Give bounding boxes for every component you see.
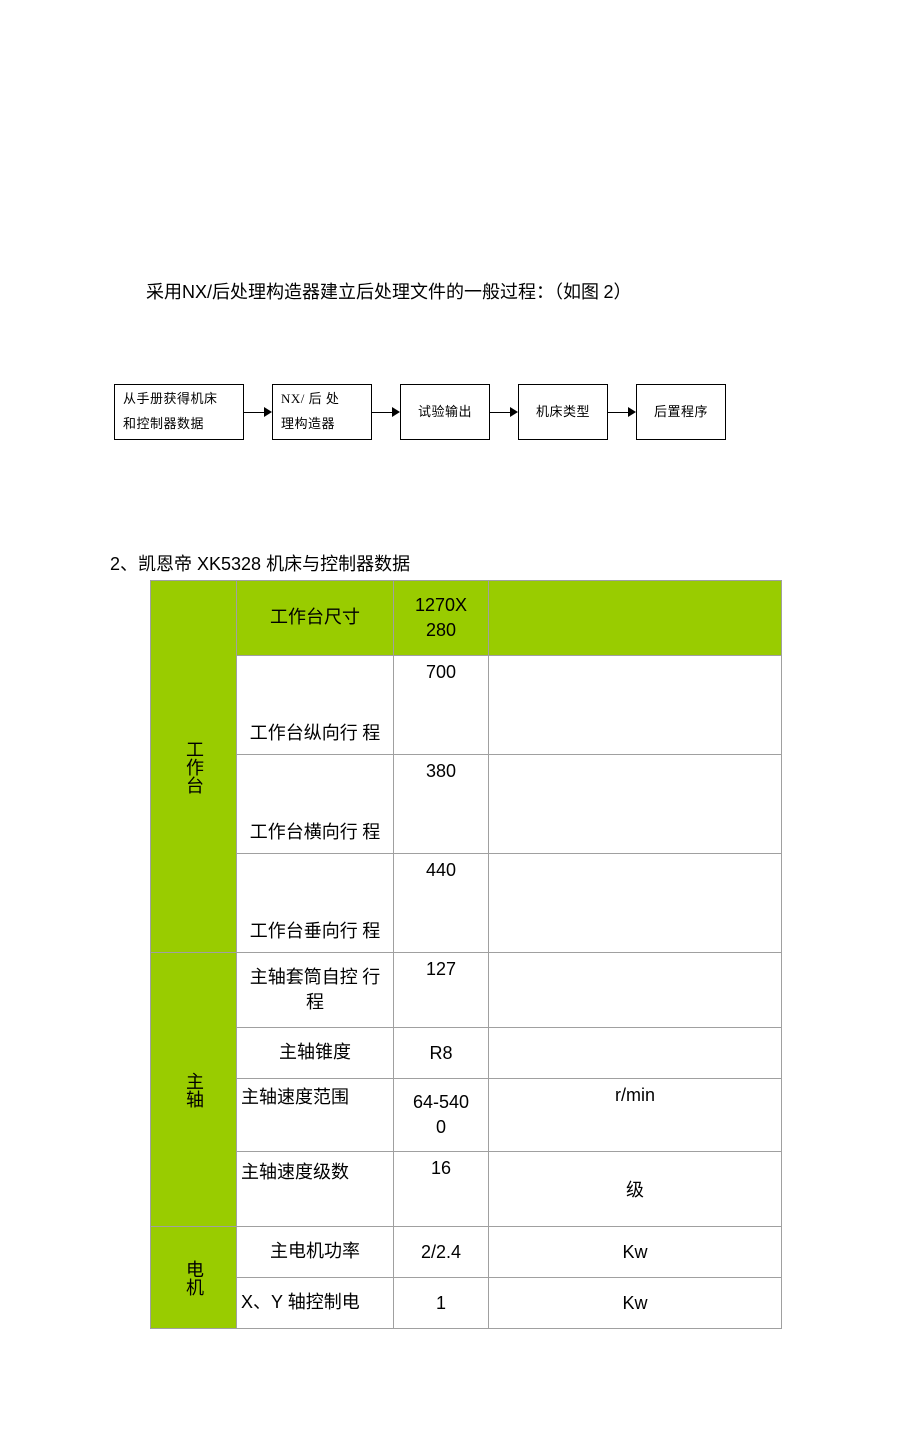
- value-cell: 2/2.4: [394, 1227, 489, 1278]
- intro-paragraph: 采用NX/后处理构造器建立后处理文件的一般过程：（如图 2）: [110, 278, 810, 304]
- param-cell: 工作台垂向行 程: [237, 854, 394, 953]
- flow-box-5: 后置程序: [636, 384, 726, 440]
- flow-box-3: 试验输出: [400, 384, 490, 440]
- arrow-icon: [608, 384, 636, 440]
- flow-box-2: NX/ 后 处 理构造器: [272, 384, 372, 440]
- cat-worktable: 工作台: [151, 581, 237, 953]
- flow-box-2-line2: 理构造器: [281, 412, 363, 437]
- intro-rest: 后处理构造器建立后处理文件的一般过程：（如图: [212, 282, 604, 302]
- param-part: Y: [271, 1292, 288, 1312]
- value-cell: R8: [394, 1028, 489, 1079]
- value-cell: 1270X 280: [394, 581, 489, 656]
- table-row: 工作台纵向行 程 700: [151, 656, 782, 755]
- param-part: X: [241, 1292, 253, 1312]
- param-part: 轴控制电: [288, 1292, 360, 1312]
- unit-cell: Kw: [489, 1278, 782, 1329]
- param-cell: 主轴套筒自控 行程: [237, 953, 394, 1028]
- value-line: 280: [426, 620, 456, 640]
- unit-cell: [489, 581, 782, 656]
- arrow-icon: [490, 384, 518, 440]
- flow-box-1-line2: 和控制器数据: [123, 412, 235, 437]
- flow-box-4-text: 机床类型: [536, 400, 590, 425]
- flowchart: 从手册获得机床 和控制器数据 NX/ 后 处 理构造器 试验输出 机床类型 后置…: [114, 384, 810, 440]
- flow-box-1-line1: 从手册获得机床: [123, 387, 235, 412]
- value-line: 64-540: [413, 1092, 469, 1112]
- param-cell: 主电机功率: [237, 1227, 394, 1278]
- unit-cell: [489, 656, 782, 755]
- intro-num: 2: [604, 282, 614, 302]
- sec2-sep: 、凯恩帝: [120, 554, 192, 574]
- param-cell: 主轴速度级数: [237, 1152, 394, 1227]
- param-line: 主轴套筒自控 行: [250, 967, 381, 987]
- value-cell: 700: [394, 656, 489, 755]
- value-cell: 127: [394, 953, 489, 1028]
- param-line: 程: [306, 992, 324, 1012]
- flow-box-2-line1: NX/ 后 处: [281, 387, 363, 412]
- param-cell: 工作台纵向行 程: [237, 656, 394, 755]
- arrow-icon: [244, 384, 272, 440]
- param-cell: 主轴速度范围: [237, 1079, 394, 1152]
- table-row: 工作台 工作台尺寸 1270X280: [151, 581, 782, 656]
- table-row: 主轴速度范围 64-540 0 r/min: [151, 1079, 782, 1152]
- table-row: 主轴锥度 R8: [151, 1028, 782, 1079]
- sec2-rest: 机床与控制器数据: [266, 554, 410, 574]
- table-row: 工作台垂向行 程 440: [151, 854, 782, 953]
- value-line: 0: [436, 1117, 446, 1137]
- table-row: 电机 主电机功率 2/2.4 Kw: [151, 1227, 782, 1278]
- cat-motor: 电机: [151, 1227, 237, 1329]
- intro-nx: NX/: [182, 282, 212, 302]
- value-cell: 380: [394, 755, 489, 854]
- unit-cell: [489, 1028, 782, 1079]
- flow-box-5-text: 后置程序: [654, 400, 708, 425]
- unit-cell: Kw: [489, 1227, 782, 1278]
- unit-cell: [489, 755, 782, 854]
- param-cell: X、Y 轴控制电: [237, 1278, 394, 1329]
- value-cell: 64-540 0: [394, 1079, 489, 1152]
- unit-cell: [489, 953, 782, 1028]
- value-line: 1270X: [415, 595, 467, 615]
- value-cell: 440: [394, 854, 489, 953]
- value-cell: 16: [394, 1152, 489, 1227]
- table-row: 主轴速度级数 16 级: [151, 1152, 782, 1227]
- param-cell: 工作台横向行 程: [237, 755, 394, 854]
- section-2-title: 2、凯恩帝 XK5328 机床与控制器数据: [110, 550, 810, 576]
- flow-box-3-text: 试验输出: [418, 400, 472, 425]
- value-cell: 1: [394, 1278, 489, 1329]
- param-cell: 主轴锥度: [237, 1028, 394, 1079]
- intro-close: ）: [614, 282, 632, 302]
- table-row: 主轴 主轴套筒自控 行程 127: [151, 953, 782, 1028]
- unit-cell: r/min: [489, 1079, 782, 1152]
- param-cell: 工作台尺寸: [237, 581, 394, 656]
- sec2-num: 2: [110, 554, 120, 574]
- flow-box-4: 机床类型: [518, 384, 608, 440]
- unit-cell: [489, 854, 782, 953]
- param-part: 、: [253, 1292, 271, 1312]
- sec2-model: XK5328: [192, 554, 266, 574]
- table-row: X、Y 轴控制电 1 Kw: [151, 1278, 782, 1329]
- spec-table: 工作台 工作台尺寸 1270X280 工作台纵向行 程 700 工作台横向行 程…: [150, 580, 782, 1329]
- arrow-icon: [372, 384, 400, 440]
- unit-cell: 级: [489, 1152, 782, 1227]
- flow-box-1: 从手册获得机床 和控制器数据: [114, 384, 244, 440]
- table-row: 工作台横向行 程 380: [151, 755, 782, 854]
- intro-prefix: 采用: [146, 282, 182, 302]
- cat-spindle: 主轴: [151, 953, 237, 1227]
